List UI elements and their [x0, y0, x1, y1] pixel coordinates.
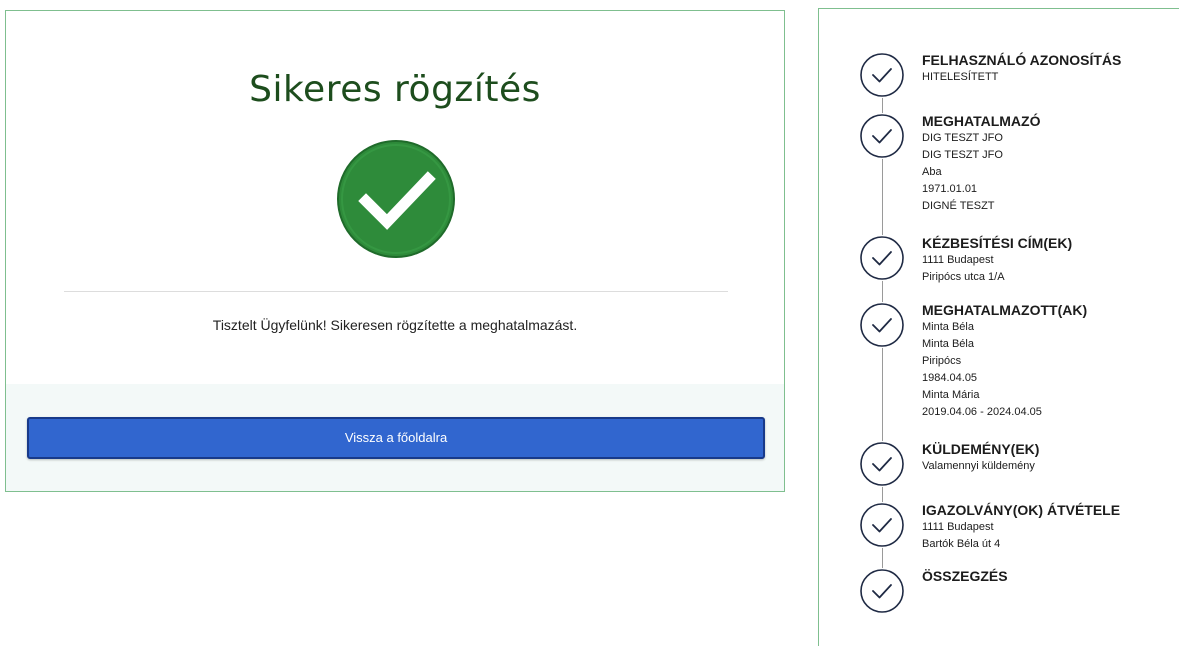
- step-detail: Piripócs: [922, 355, 962, 367]
- step-text: FELHASZNÁLÓ AZONOSÍTÁS HITELESÍTETT: [922, 52, 1177, 86]
- card-footer: Vissza a főoldalra: [6, 384, 784, 491]
- back-to-home-button[interactable]: Vissza a főoldalra: [27, 417, 765, 459]
- step-detail: 1984.04.05: [922, 372, 978, 384]
- page-title: Sikeres rögzítés: [249, 69, 541, 110]
- check-icon: [859, 568, 905, 614]
- step-detail: DIG TESZT JFO: [922, 149, 1003, 161]
- step-title: KÉZBESÍTÉSI CÍM(EK): [922, 235, 1073, 251]
- step-detail: Minta Mária: [922, 389, 980, 401]
- check-icon: [859, 52, 905, 98]
- step-detail: Minta Béla: [922, 321, 974, 333]
- step-detail: 1971.01.01: [922, 183, 978, 195]
- divider: [64, 291, 728, 292]
- step-text: KÜLDEMÉNY(EK) Valamennyi küldemény: [922, 441, 1177, 475]
- step-text: ÖSSZEGZÉS: [922, 568, 1177, 585]
- check-circle-icon: [337, 140, 455, 258]
- step-title: MEGHATALMAZOTT(AK): [922, 302, 1088, 318]
- step-detail: 1111 Budapest: [922, 521, 994, 533]
- step-detail: HITELESÍTETT: [922, 71, 999, 83]
- step-detail: DIG TESZT JFO: [922, 132, 1003, 144]
- success-message: Tisztelt Ügyfelünk! Sikeresen rögzítette…: [212, 317, 578, 333]
- check-icon: [859, 235, 905, 281]
- check-icon: [859, 441, 905, 487]
- step-title: KÜLDEMÉNY(EK): [922, 441, 1040, 457]
- step-title: MEGHATALMAZÓ: [922, 113, 1041, 129]
- step-detail: Valamennyi küldemény: [922, 460, 1035, 472]
- page: Sikeres rögzítés Tisztelt Ügyfelünk! Sik…: [0, 0, 1179, 646]
- step-title: ÖSSZEGZÉS: [922, 568, 1008, 584]
- success-card: Sikeres rögzítés Tisztelt Ügyfelünk! Sik…: [5, 10, 785, 492]
- check-icon: [859, 113, 905, 159]
- step-text: MEGHATALMAZÓ DIG TESZT JFO DIG TESZT JFO…: [922, 113, 1177, 215]
- step-text: MEGHATALMAZOTT(AK) Minta Béla Minta Béla…: [922, 302, 1177, 421]
- step-detail: Minta Béla: [922, 338, 974, 350]
- step-text: IGAZOLVÁNY(OK) ÁTVÉTELE 1111 Budapest Ba…: [922, 502, 1177, 553]
- step-title: IGAZOLVÁNY(OK) ÁTVÉTELE: [922, 502, 1121, 518]
- step-detail: Bartók Béla út 4: [922, 538, 1001, 550]
- step-detail: 2019.04.06 - 2024.04.05: [922, 406, 1042, 418]
- step-detail: DIGNÉ TESZT: [922, 200, 995, 212]
- step-title: FELHASZNÁLÓ AZONOSÍTÁS: [922, 52, 1122, 68]
- step-detail: Aba: [922, 166, 942, 178]
- check-icon: [859, 302, 905, 348]
- step-detail: Piripócs utca 1/A: [922, 271, 1005, 283]
- step-detail: 1111 Budapest: [922, 254, 994, 266]
- check-icon: [859, 502, 905, 548]
- step-text: KÉZBESÍTÉSI CÍM(EK) 1111 Budapest Piripó…: [922, 235, 1177, 286]
